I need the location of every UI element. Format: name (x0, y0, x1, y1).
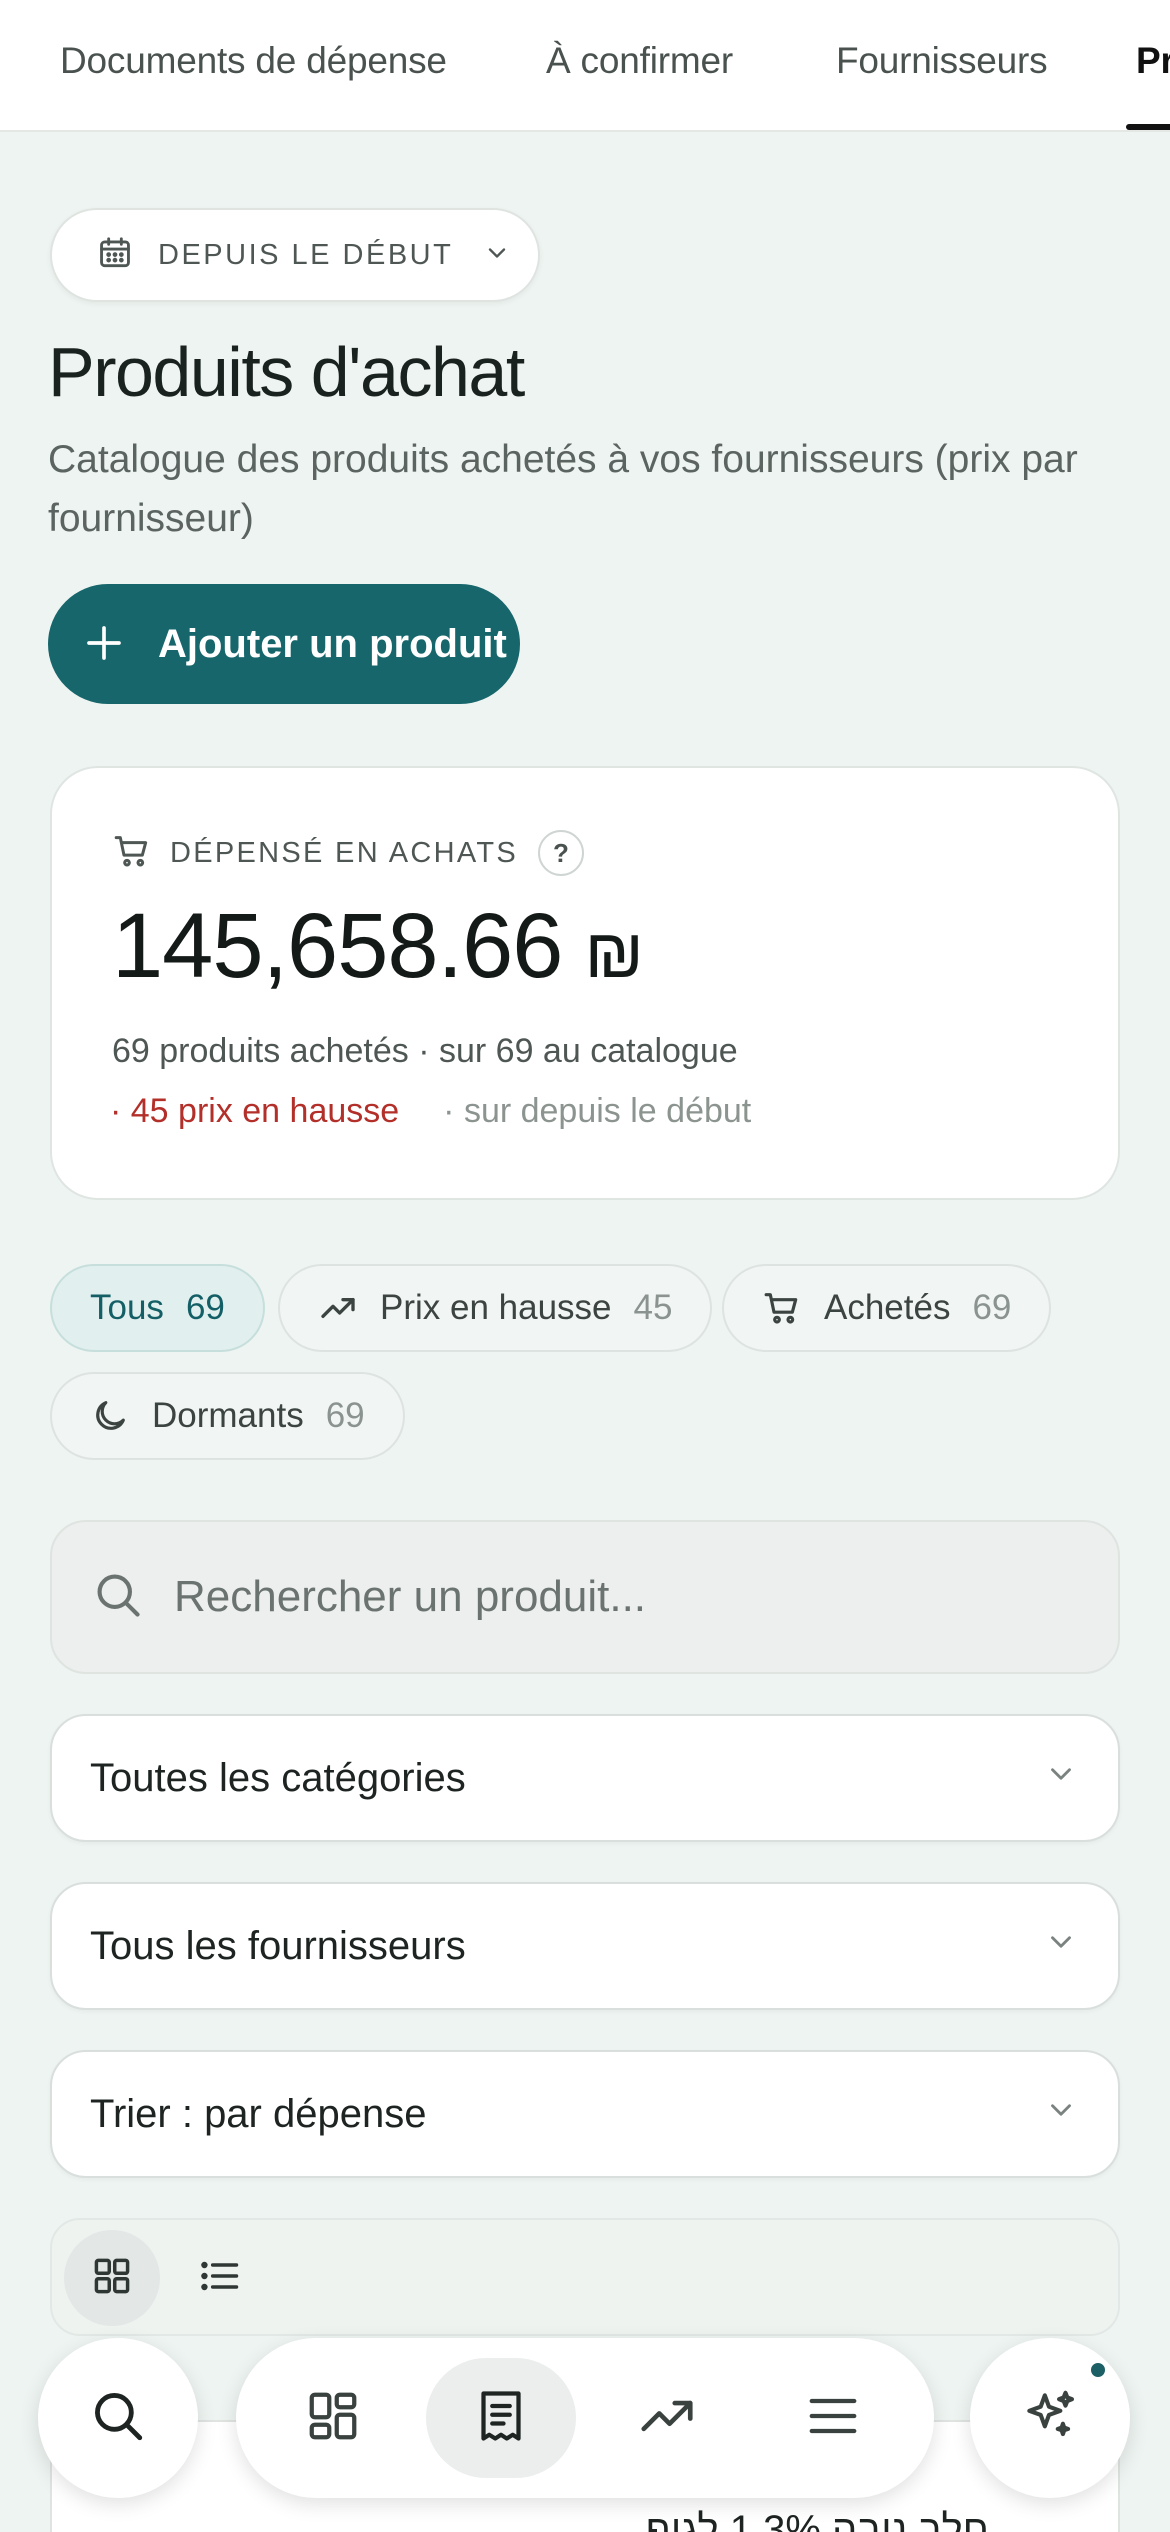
nav-menu[interactable] (758, 2358, 908, 2478)
spending-label: DÉPENSÉ EN ACHATS (170, 836, 518, 869)
date-filter-dropdown[interactable]: DEPUIS LE DÉBUT (50, 208, 540, 302)
search-fab[interactable] (38, 2338, 198, 2498)
bottom-nav (236, 2338, 934, 2498)
nav-trends[interactable] (592, 2358, 742, 2478)
spending-summary-card: DÉPENSÉ EN ACHATS ? 145,658.66 ₪ 69 prod… (50, 766, 1120, 1200)
chip-label: Achetés (824, 1288, 951, 1327)
chevron-down-icon (483, 239, 511, 272)
top-tab-bar: Documents de dépense À confirmer Fournis… (0, 0, 1170, 132)
sort-select-value: Trier : par dépense (90, 2091, 427, 2136)
receipt-icon (471, 2386, 531, 2451)
grid-view-button[interactable] (64, 2230, 160, 2326)
currency-symbol: ₪ (584, 914, 643, 992)
grid-icon (90, 2254, 134, 2303)
page-title: Produits d'achat (48, 333, 525, 411)
page-subtitle: Catalogue des produits achetés à vos fou… (48, 438, 1078, 540)
list-view-button[interactable] (172, 2230, 268, 2326)
help-icon[interactable]: ? (537, 830, 584, 876)
sparkles-icon (1019, 2385, 1081, 2452)
chip-count: 45 (633, 1288, 673, 1327)
period-label: · sur depuis le début (443, 1092, 752, 1130)
spending-amount: 145,658.66 ₪ (112, 894, 644, 999)
add-product-label: Ajouter un produit (158, 621, 507, 666)
category-select[interactable]: Toutes les catégories (50, 1714, 1120, 1842)
date-filter-label: DEPUIS LE DÉBUT (158, 238, 454, 271)
chevron-down-icon (1044, 1924, 1078, 1969)
filter-chip-dormants[interactable]: Dormants 69 (50, 1372, 405, 1460)
product-name: חלב נובה 1.3% לגוף (646, 2508, 990, 2532)
calendar-icon (96, 234, 134, 277)
spending-header: DÉPENSÉ EN ACHATS ? (112, 830, 584, 876)
tab-documents-depense[interactable]: Documents de dépense (60, 40, 447, 82)
cart-icon (112, 831, 152, 876)
nav-receipts[interactable] (426, 2358, 576, 2478)
tab-fournisseurs[interactable]: Fournisseurs (836, 40, 1048, 82)
add-product-button[interactable]: Ajouter un produit (48, 584, 520, 704)
chevron-down-icon (1044, 1756, 1078, 1801)
dashboard-icon (303, 2386, 363, 2451)
notification-dot (1088, 2360, 1108, 2380)
sort-select[interactable]: Trier : par dépense (50, 2050, 1120, 2178)
cart-icon (762, 1288, 802, 1328)
ai-assistant-fab[interactable] (970, 2338, 1130, 2498)
chip-label: Tous (90, 1288, 164, 1327)
price-up-count: · 45 prix en hausse (110, 1092, 400, 1130)
purchased-count: 69 produits achetés (112, 1032, 409, 1070)
chevron-down-icon (1044, 2092, 1078, 2137)
active-tab-indicator (1126, 124, 1170, 130)
catalog-count: · sur 69 au catalogue (418, 1032, 738, 1070)
supplier-select[interactable]: Tous les fournisseurs (50, 1882, 1120, 2010)
chip-count: 69 (185, 1288, 225, 1327)
tab-a-confirmer[interactable]: À confirmer (546, 40, 733, 82)
moon-icon (90, 1396, 130, 1436)
chip-count: 69 (972, 1288, 1012, 1327)
amount-value: 145,658.66 (112, 895, 563, 997)
nav-dashboard[interactable] (258, 2358, 408, 2478)
filter-chip-achetes[interactable]: Achetés 69 (722, 1264, 1052, 1352)
chip-label: Prix en hausse (380, 1288, 612, 1327)
tab-produits[interactable]: Pr (1136, 40, 1170, 82)
price-trend-line: · 45 prix en hausse · sur depuis le débu… (110, 1092, 751, 1131)
search-icon (92, 1569, 144, 1626)
search-input[interactable] (174, 1572, 1054, 1622)
supplier-select-value: Tous les fournisseurs (90, 1923, 466, 1968)
purchase-count-line: 69 produits achetés · sur 69 au catalogu… (112, 1032, 738, 1071)
category-select-value: Toutes les catégories (90, 1755, 466, 1800)
chip-count: 69 (325, 1396, 365, 1435)
trending-up-icon (636, 2385, 698, 2452)
search-icon (89, 2387, 147, 2450)
menu-icon (803, 2386, 863, 2451)
view-toggle (50, 2218, 1120, 2336)
trending-up-icon (318, 1288, 358, 1328)
filter-chip-prix-en-hausse[interactable]: Prix en hausse 45 (278, 1264, 713, 1352)
list-icon (198, 2254, 242, 2303)
filter-chip-tous[interactable]: Tous 69 (50, 1264, 265, 1352)
product-search-box (50, 1520, 1120, 1674)
chip-label: Dormants (152, 1396, 304, 1435)
plus-icon (84, 616, 124, 672)
